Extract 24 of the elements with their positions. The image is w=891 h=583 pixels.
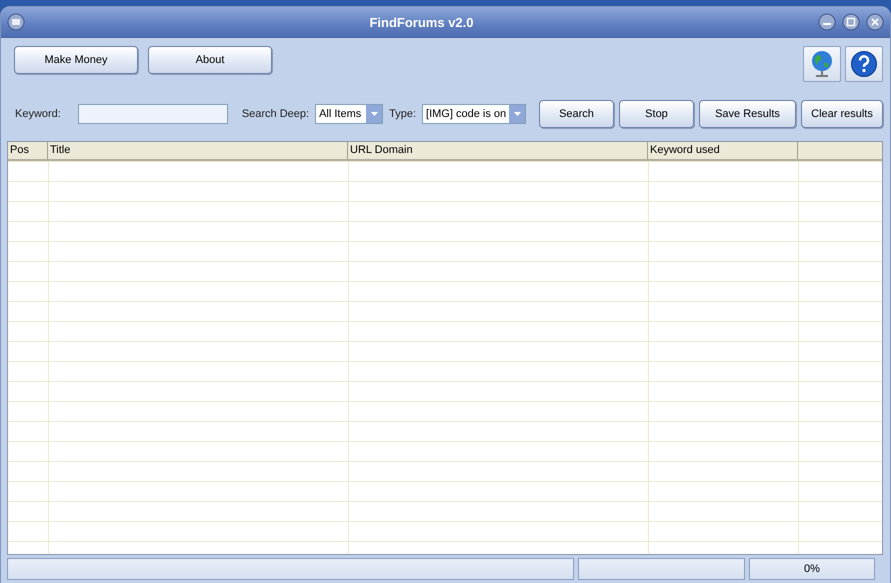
action-button[interactable]: Stop	[619, 100, 694, 128]
column-header[interactable]: Pos	[8, 142, 48, 159]
maximize-icon[interactable]	[842, 13, 860, 31]
progress-text: 0%	[749, 558, 875, 580]
help-icon[interactable]	[845, 46, 883, 82]
globe-icon[interactable]	[803, 46, 841, 82]
keyword-label: Keyword:	[15, 108, 61, 120]
window-menu-icon[interactable]	[7, 13, 25, 31]
search-deep-dropdown[interactable]: All Items	[315, 104, 384, 124]
column-header[interactable]: Title	[48, 142, 348, 159]
type-dropdown[interactable]: [IMG] code is on	[422, 104, 526, 124]
action-button[interactable]: Clear results	[801, 100, 883, 128]
close-icon[interactable]	[866, 13, 884, 31]
window-title: FindForums v2.0	[369, 14, 474, 30]
minimize-icon[interactable]	[818, 13, 836, 31]
menu-button[interactable]: Make Money	[14, 46, 138, 74]
keyword-input[interactable]	[78, 104, 228, 124]
action-button[interactable]: Save Results	[699, 100, 796, 128]
column-header[interactable]: URL Domain	[348, 142, 648, 159]
menu-button[interactable]: About	[148, 46, 272, 74]
search-deep-label: Search Deep:	[242, 108, 310, 120]
column-header[interactable]: Keyword used	[648, 142, 798, 159]
action-button[interactable]: Search	[539, 100, 614, 128]
type-label: Type:	[389, 108, 416, 120]
